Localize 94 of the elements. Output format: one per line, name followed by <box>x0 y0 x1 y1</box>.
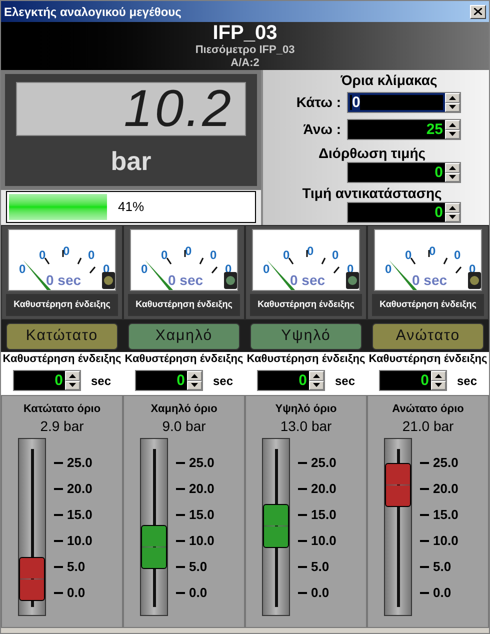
scale-label: 15.0 <box>67 506 92 524</box>
scale-label: 15.0 <box>311 506 336 524</box>
scale-label: 5.0 <box>433 558 452 576</box>
delay-label: Καθυστέρηση ένδειξης <box>368 352 488 367</box>
slider-title: Υψηλό όριο <box>275 402 337 416</box>
scale-label: 25.0 <box>311 454 336 472</box>
scale-label: 20.0 <box>433 480 458 498</box>
delay-label: Καθυστέρηση ένδειξης <box>2 352 122 367</box>
window-title: Ελεγκτής αναλογικού μεγέθους <box>4 4 182 20</box>
dial-label: 0 <box>161 249 168 261</box>
progress-reading: 41% <box>118 198 144 216</box>
scale-label: 5.0 <box>67 558 86 576</box>
lcd-value: 10.2 <box>124 83 233 135</box>
field-label: Διόρθωση τιμής <box>318 145 426 162</box>
alarm-button[interactable]: Υψηλό <box>250 322 362 350</box>
dial-label: 0 <box>63 245 70 257</box>
slider-track[interactable] <box>18 438 46 616</box>
dial-label: 0 <box>185 245 192 257</box>
scale-label: 15.0 <box>189 506 214 524</box>
slider-reading: 9.0 bar <box>162 418 206 435</box>
dial-label: 0 <box>332 249 339 261</box>
close-button[interactable] <box>470 4 486 18</box>
scale-label: 25.0 <box>433 454 458 472</box>
slider-track[interactable] <box>384 438 412 616</box>
panel-title: Όρια κλίμακας <box>340 71 438 89</box>
device-index: A/A:2 <box>230 57 260 70</box>
gauge-caption: Καθυστέρηση ένδειξης <box>14 298 110 312</box>
delay-label: Καθυστέρηση ένδειξης <box>124 352 244 367</box>
slider-reading: 21.0 bar <box>402 418 454 435</box>
scale-label: 0.0 <box>311 584 330 602</box>
dial-label: 0 <box>385 263 392 275</box>
delay-label: Καθυστέρηση ένδειξης <box>246 352 366 367</box>
scale-label: 10.0 <box>433 532 458 550</box>
scale-label: 10.0 <box>189 532 214 550</box>
close-icon <box>474 8 482 15</box>
scale-label: 25.0 <box>67 454 92 472</box>
device-description: Πιεσόμετρο IFP_03 <box>195 44 295 57</box>
dial-label: 0 <box>19 263 26 275</box>
scale-label: 0.0 <box>67 584 86 602</box>
gauge-reading: 0 sec <box>46 273 82 287</box>
slider-track[interactable] <box>262 438 290 616</box>
slider-title: Ανώτατο όριο <box>392 402 464 416</box>
dial-label: 0 <box>429 245 436 257</box>
unit-label: sec <box>212 372 234 390</box>
alarm-button[interactable]: Ανώτατο <box>372 322 484 350</box>
dial-label: 0 <box>263 263 270 275</box>
gauge-caption: Καθυστέρηση ένδειξης <box>136 298 232 312</box>
slider-title: Χαμηλό όριο <box>150 402 218 416</box>
slider-title: Κατώτατο όριο <box>23 402 101 416</box>
slider-thumb[interactable] <box>263 504 289 548</box>
unit-label: sec <box>334 372 356 390</box>
scale-label: 5.0 <box>189 558 208 576</box>
scale-label: 15.0 <box>433 506 458 524</box>
dial-label: 0 <box>454 249 461 261</box>
caret-down-icon <box>449 105 456 110</box>
scale-label: 20.0 <box>311 480 336 498</box>
unit-label: bar <box>110 148 152 174</box>
slider-reading: 2.9 bar <box>40 418 84 435</box>
dial-label: 0 <box>141 263 148 275</box>
device-tag: IFP_03 <box>212 22 278 44</box>
caret-up-icon <box>449 96 456 100</box>
dial-label: 0 <box>88 249 95 261</box>
increment-button[interactable] <box>445 93 460 102</box>
unit-label: sec <box>456 372 478 390</box>
gauge-reading: 0 sec <box>168 273 204 287</box>
field-label: Κάτω : <box>296 93 341 112</box>
gauge-caption: Καθυστέρηση ένδειξης <box>258 298 354 312</box>
gauge-caption: Καθυστέρηση ένδειξης <box>380 298 476 312</box>
dial-label: 0 <box>405 249 412 261</box>
slider-thumb[interactable] <box>141 525 167 570</box>
gauge-reading: 0 sec <box>412 273 448 287</box>
dial-label: 0 <box>210 249 217 261</box>
gauge-reading: 0 sec <box>290 273 326 287</box>
number-field[interactable]: 0 <box>348 93 445 112</box>
scale-label: 0.0 <box>189 584 208 602</box>
scale-label: 10.0 <box>67 532 92 550</box>
slider-thumb[interactable] <box>385 462 411 507</box>
alarm-button[interactable]: Χαμηλό <box>128 322 240 350</box>
scale-label: 10.0 <box>311 532 336 550</box>
unit-label: sec <box>90 372 112 390</box>
scale-label: 5.0 <box>311 558 330 576</box>
dial-label: 0 <box>39 249 46 261</box>
alarm-button[interactable]: Κατώτατο <box>6 322 118 350</box>
scale-label: 0.0 <box>433 584 452 602</box>
scale-label: 25.0 <box>189 454 214 472</box>
dial-label: 0 <box>307 245 314 257</box>
slider-thumb[interactable] <box>19 556 45 601</box>
field-label: Άνω : <box>303 120 341 139</box>
scale-label: 20.0 <box>189 480 214 498</box>
field-label: Τιμή αντικατάστασης <box>302 185 442 202</box>
slider-reading: 13.0 bar <box>280 418 332 435</box>
scale-label: 20.0 <box>67 480 92 498</box>
dial-label: 0 <box>283 249 290 261</box>
slider-track[interactable] <box>140 438 168 616</box>
